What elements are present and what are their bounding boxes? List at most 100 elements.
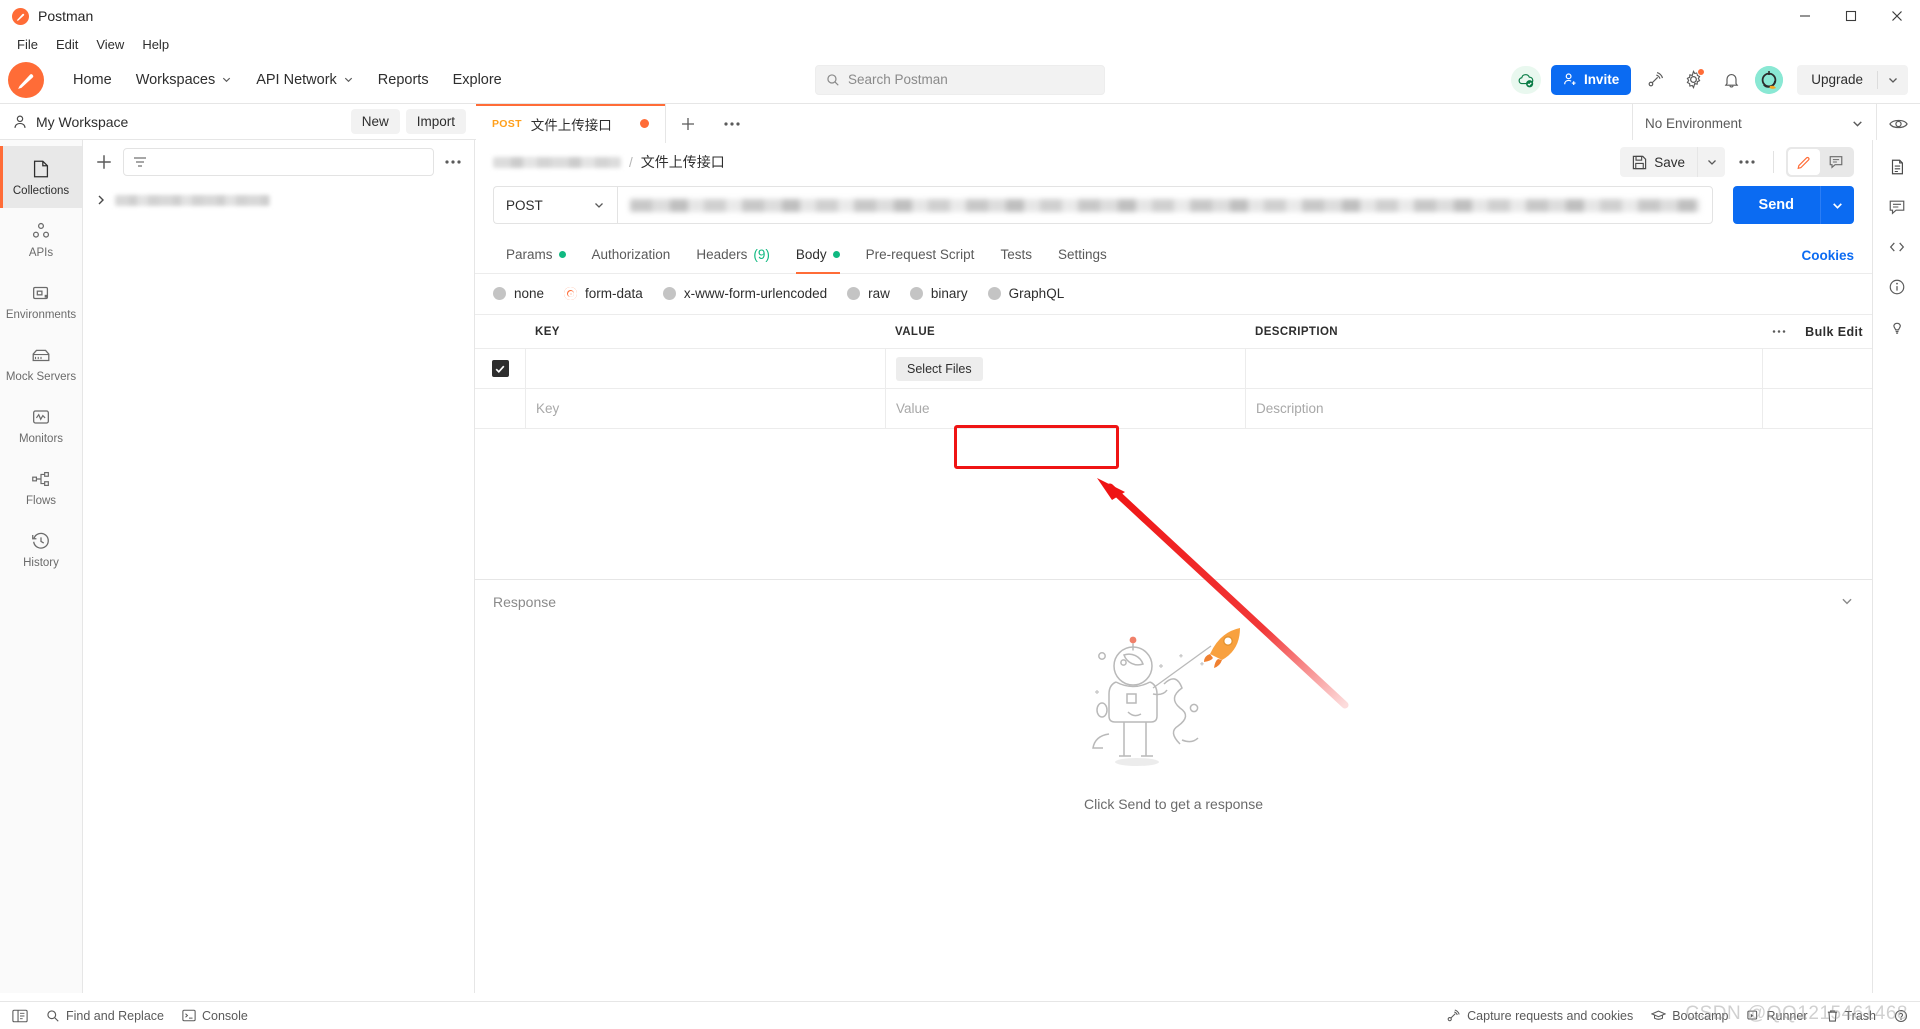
comment-icon: [1829, 156, 1843, 169]
body-type-form-data[interactable]: form-data: [564, 286, 643, 301]
tabs-more-button[interactable]: [710, 104, 754, 143]
postman-logo-icon[interactable]: [8, 61, 44, 98]
maximize-icon[interactable]: [1828, 0, 1874, 32]
bootcamp-label: Bootcamp: [1672, 1008, 1729, 1023]
lightbulb-icon[interactable]: [1880, 310, 1914, 344]
sidebar-item-environments[interactable]: Environments: [0, 270, 82, 332]
tab-tests[interactable]: Tests: [987, 238, 1045, 273]
runner-button[interactable]: Runner: [1746, 1009, 1808, 1023]
send-button[interactable]: Send: [1732, 186, 1820, 224]
chevron-right-icon[interactable]: [95, 194, 107, 206]
invite-button[interactable]: Invite: [1550, 64, 1632, 95]
comments-icon[interactable]: [1880, 190, 1914, 224]
find-and-replace-button[interactable]: Find and Replace: [46, 1009, 164, 1023]
trash-button[interactable]: Trash: [1826, 1009, 1876, 1023]
plus-icon[interactable]: [95, 153, 113, 171]
nav-home[interactable]: Home: [62, 66, 123, 94]
select-files-button[interactable]: Select Files: [896, 356, 983, 381]
request-tab-method: POST: [492, 117, 522, 130]
comment-button[interactable]: [1820, 149, 1852, 175]
satellite-icon[interactable]: [1641, 66, 1669, 94]
nav-reports[interactable]: Reports: [367, 66, 440, 94]
nav-workspaces[interactable]: Workspaces: [125, 66, 244, 94]
sidebar-toggle-button[interactable]: [12, 1009, 28, 1023]
menu-file[interactable]: File: [8, 35, 47, 54]
save-dropdown-button[interactable]: [1697, 147, 1725, 177]
send-dropdown-button[interactable]: [1820, 186, 1854, 224]
save-button[interactable]: Save: [1620, 147, 1697, 177]
body-type-x-www-form-urlencoded[interactable]: x-www-form-urlencoded: [662, 286, 827, 301]
sidebar-item-collections[interactable]: Collections: [0, 146, 82, 208]
row-key-input[interactable]: [525, 349, 885, 388]
request-more-button[interactable]: [1733, 148, 1761, 176]
app-title: Postman: [38, 8, 94, 24]
apis-icon: [32, 222, 50, 238]
menu-help[interactable]: Help: [133, 35, 178, 54]
code-snippet-icon[interactable]: [1880, 230, 1914, 264]
radio-dot: [493, 287, 506, 300]
cookies-link[interactable]: Cookies: [1801, 248, 1854, 263]
http-method-select[interactable]: POST: [493, 186, 617, 224]
tab-pre-request-script[interactable]: Pre-request Script: [853, 238, 988, 273]
placeholder-value-input[interactable]: Value: [885, 389, 1245, 428]
sidebar-item-monitors[interactable]: Monitors: [0, 394, 82, 456]
environment-selector[interactable]: No Environment: [1632, 104, 1876, 143]
nav-api-network[interactable]: API Network: [245, 66, 365, 94]
sidebar-item-history[interactable]: History: [0, 518, 82, 580]
environment-quick-look-button[interactable]: [1876, 104, 1920, 143]
bootcamp-button[interactable]: Bootcamp: [1651, 1008, 1729, 1023]
collections-more-icon[interactable]: [444, 159, 462, 165]
row-enabled-checkbox[interactable]: [491, 360, 509, 377]
sidebar-item-flows[interactable]: Flows: [0, 456, 82, 518]
notifications-bell-icon[interactable]: [1717, 66, 1745, 94]
menu-edit[interactable]: Edit: [47, 35, 87, 54]
new-tab-button[interactable]: [666, 104, 710, 143]
close-icon[interactable]: [1874, 0, 1920, 32]
console-button[interactable]: Console: [182, 1009, 248, 1023]
settings-gear-icon[interactable]: [1679, 66, 1707, 94]
tab-headers[interactable]: Headers (9): [683, 238, 783, 273]
tab-authorization[interactable]: Authorization: [579, 238, 684, 273]
capture-requests-button[interactable]: Capture requests and cookies: [1446, 1009, 1633, 1023]
collection-list-item[interactable]: [83, 184, 474, 216]
row-description-input[interactable]: [1245, 349, 1762, 388]
menu-view[interactable]: View: [87, 35, 133, 54]
tab-body[interactable]: Body: [783, 238, 853, 274]
body-type-graphql[interactable]: GraphQL: [987, 286, 1064, 301]
info-icon[interactable]: [1880, 270, 1914, 304]
table-row[interactable]: Select Files: [475, 349, 1872, 389]
tab-params[interactable]: Params: [493, 238, 579, 273]
plus-icon: [682, 117, 694, 130]
body-type-binary[interactable]: binary: [909, 286, 968, 301]
sidebar-label-flows: Flows: [25, 494, 57, 507]
sidebar-item-mock-servers[interactable]: Mock Servers: [0, 332, 82, 394]
body-type-raw[interactable]: raw: [847, 286, 890, 301]
edit-mode-button[interactable]: [1788, 149, 1820, 175]
documentation-icon[interactable]: [1880, 150, 1914, 184]
upgrade-button[interactable]: Upgrade: [1797, 72, 1877, 87]
request-url-input[interactable]: [617, 186, 1713, 224]
bulk-edit-button[interactable]: Bulk Edit: [1805, 325, 1863, 339]
collections-filter-input[interactable]: [123, 148, 434, 176]
request-tab-file-upload[interactable]: POST 文件上传接口: [476, 104, 666, 143]
import-button[interactable]: Import: [405, 109, 466, 134]
sidebar-item-apis[interactable]: APIs: [0, 208, 82, 270]
workspace-name[interactable]: My Workspace: [36, 114, 128, 130]
response-collapse-button[interactable]: [1840, 594, 1854, 611]
placeholder-key-input[interactable]: Key: [525, 389, 885, 428]
table-row-placeholder[interactable]: Key Value Description: [475, 389, 1872, 429]
upgrade-dropdown-button[interactable]: [1878, 74, 1908, 86]
search-icon: [47, 1009, 59, 1022]
cloud-sync-ok-icon[interactable]: [1510, 65, 1541, 94]
body-type-none[interactable]: none: [493, 286, 544, 301]
search-input[interactable]: Search Postman: [815, 64, 1105, 95]
nav-explore[interactable]: Explore: [442, 66, 513, 94]
new-button[interactable]: New: [350, 109, 400, 134]
table-more-icon[interactable]: [1771, 329, 1787, 334]
help-button[interactable]: [1894, 1009, 1908, 1023]
user-avatar[interactable]: [1755, 65, 1784, 94]
minimize-icon[interactable]: [1782, 0, 1828, 32]
breadcrumb-collection-redacted: [493, 156, 621, 168]
placeholder-description-input[interactable]: Description: [1245, 389, 1762, 428]
tab-settings[interactable]: Settings: [1045, 238, 1120, 273]
